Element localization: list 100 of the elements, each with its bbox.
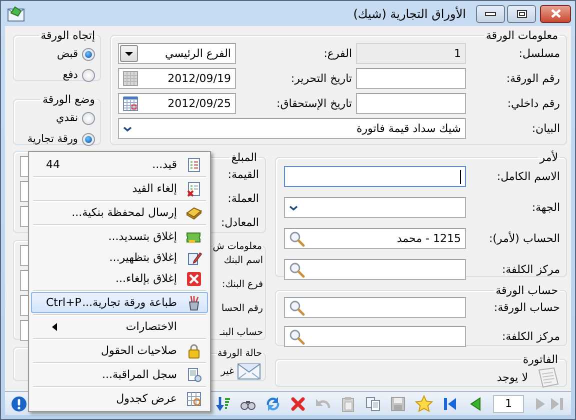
page-field[interactable]: 1 (493, 394, 524, 412)
field-label: رقم داخلي: (506, 97, 560, 110)
wallet-icon (186, 204, 202, 220)
group-title: حالة الورقة (216, 347, 263, 360)
menu-item[interactable]: إرسال لمحفظة بنكية... (31, 202, 208, 223)
search-icon[interactable] (289, 328, 305, 344)
field-label: فرع البنك: (222, 279, 263, 292)
field-label: المعادل: (220, 216, 259, 229)
close-button[interactable] (540, 4, 571, 22)
lookup-field[interactable] (284, 326, 466, 347)
field-label: اسم البنك (224, 255, 263, 268)
text-field[interactable] (284, 166, 466, 187)
lookup-field[interactable]: 1215 - محمد (284, 228, 466, 249)
cross-icon[interactable] (290, 396, 306, 412)
text-field[interactable] (356, 93, 466, 114)
field-label: حساب الورقة: (492, 301, 560, 314)
invoice-icon (536, 366, 560, 388)
maximize-button[interactable] (507, 4, 536, 22)
radio-label: قبض (56, 48, 78, 60)
calendar-icon (123, 71, 138, 86)
menu-item[interactable]: الاختصارات (31, 316, 208, 337)
field-label: العملة: (226, 192, 259, 205)
save-icon[interactable] (390, 396, 406, 412)
submenu-arrow-icon (52, 322, 57, 330)
group-title: المبلغ (230, 151, 258, 164)
table-icon (186, 390, 202, 406)
caret-icon (125, 52, 133, 56)
envelope-icon (237, 362, 261, 380)
menu-item[interactable]: صلاحيات الحقول (31, 340, 208, 361)
search-icon[interactable] (289, 262, 305, 278)
group-title: الفاتورة (522, 353, 559, 366)
search-icon[interactable] (289, 300, 305, 316)
field-label: البيان: (530, 122, 560, 135)
field-label: مسلسل: (518, 47, 560, 60)
field-label: الجهة: (530, 201, 560, 214)
group-title: حساب الورقة (494, 284, 559, 297)
envelope-icon (7, 6, 25, 22)
menu-item[interactable]: سجل المراقبة... (31, 364, 208, 385)
radio-label: دفع (62, 69, 78, 81)
sort-descending-icon[interactable] (215, 396, 231, 412)
text-field[interactable] (356, 68, 466, 89)
calendar-icon[interactable] (123, 96, 138, 111)
list-icon (186, 156, 202, 172)
pencil-paper-icon (186, 250, 202, 266)
menu-item[interactable]: إلغاء القيد (31, 178, 208, 199)
field-label: الحساب (لأمر): (488, 232, 560, 245)
list-cross-icon (186, 180, 202, 196)
refresh-icon[interactable] (265, 396, 281, 412)
field-label: القيمة: (226, 168, 259, 181)
close-icon (550, 9, 560, 18)
menu-item[interactable]: إغلاق بتسديد... (31, 226, 208, 247)
star-icon[interactable] (415, 394, 433, 412)
dropdown[interactable]: الفرع الرئيسي (118, 43, 236, 64)
info-icon[interactable] (11, 396, 27, 412)
status-text: غير (220, 366, 234, 376)
clipboard-icon[interactable] (340, 396, 356, 412)
chevron-icon (123, 126, 132, 132)
field-label: تاريخ التحرير: (290, 72, 352, 85)
document-icon (186, 366, 202, 382)
minimize-icon (485, 12, 496, 16)
group-title: معلومات الورقة (484, 29, 559, 42)
chevron-icon (289, 204, 298, 210)
menu-item[interactable]: إغلاق بتظهير... (31, 247, 208, 268)
radio-button[interactable] (82, 68, 95, 82)
combo-box[interactable]: شيك سداد قيمة فاتورة (118, 118, 466, 139)
combo-box[interactable] (284, 197, 466, 218)
field-label: الفرع: (322, 47, 352, 60)
last-record-icon[interactable] (549, 396, 565, 412)
field-label: رقم الحسا (221, 303, 263, 316)
maximize-icon (516, 10, 526, 18)
first-record-icon[interactable] (442, 396, 458, 412)
window-title: الأوراق التجارية (شيك) (353, 6, 466, 20)
radio-button[interactable] (82, 48, 95, 60)
field-label: حساب البنـ (220, 327, 263, 340)
group-title: وضع الورقة (41, 93, 96, 106)
lock-icon (186, 342, 202, 358)
field-label: مركز الكلفة: (500, 263, 560, 276)
group-title: إتجاه الورقة (40, 29, 96, 42)
radio-button[interactable] (82, 112, 95, 124)
radio-label: ورقة تجارية (27, 133, 78, 145)
cross-icon (186, 270, 202, 286)
lookup-field[interactable] (284, 259, 466, 280)
radio-button[interactable] (82, 132, 95, 146)
field-label: رقم الورقة: (505, 72, 560, 85)
field-label: تاريخ الإستحقاق: (275, 97, 352, 110)
radio-label: نقدي (56, 112, 78, 124)
minimize-button[interactable] (476, 4, 505, 22)
date-field[interactable]: 2012/09/25 (118, 93, 236, 114)
group-title: معلومات ش (212, 240, 263, 253)
copy-icon[interactable] (365, 396, 381, 412)
search-icon[interactable] (289, 230, 305, 246)
menu-item[interactable]: إغلاق بإلغاء... (31, 268, 208, 289)
text-cursor (460, 170, 461, 184)
invoice-status: لا يوجد (496, 370, 528, 384)
lookup-field[interactable] (284, 297, 466, 318)
field-label: الاسم الكامل: (496, 170, 560, 183)
menu-item[interactable]: عرض كجدول (31, 388, 208, 409)
group-title: لأمر (538, 151, 559, 164)
field-label: مركز الكلفة: (500, 330, 560, 343)
pencil-cup-icon (186, 294, 202, 310)
